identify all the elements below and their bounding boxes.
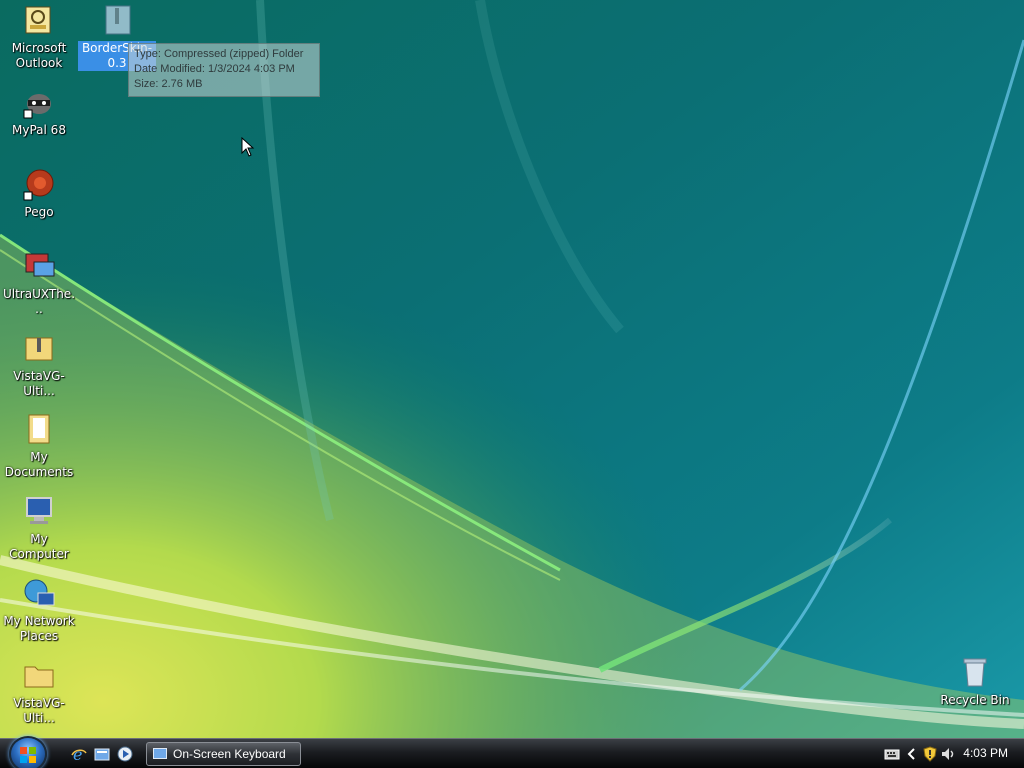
network-globe-icon: [24, 579, 55, 606]
desktop-icon-microsoft-outlook[interactable]: Microsoft Outlook: [0, 4, 78, 71]
desktop-icon-label: VistaVG-Ulti...: [13, 696, 65, 725]
display-settings-icon: [25, 253, 55, 277]
system-tray: 4:03 PM: [874, 739, 1024, 768]
desktop-icon-label: Microsoft Outlook: [11, 41, 67, 70]
raccoon-icon: [23, 94, 51, 119]
pego-icon: [23, 169, 54, 201]
desktop-wallpaper: [0, 0, 1024, 738]
desktop-icon-vistavg-2[interactable]: VistaVG-Ulti...: [0, 659, 78, 726]
computer-icon: [26, 497, 52, 524]
folder-icon: [28, 414, 50, 444]
desktop-icon-ultraux[interactable]: UltraUXThe...: [0, 250, 78, 317]
desktop-icon-label: Recycle Bin: [940, 693, 1010, 707]
desktop-icon-my-computer[interactable]: My Computer: [0, 495, 78, 562]
task-button-label: On-Screen Keyboard: [173, 747, 286, 761]
taskbar: e On-Screen Keyboard 4:03 PM: [0, 736, 1024, 768]
security-shield-icon[interactable]: [922, 746, 938, 762]
recycle-bin-icon: [963, 658, 987, 687]
chevron-left-icon[interactable]: [904, 746, 920, 762]
desktop-icon-label: My Computer: [9, 532, 69, 561]
keyboard-icon: [153, 748, 167, 759]
desktop-icon-pego[interactable]: Pego: [0, 168, 78, 220]
windows-logo-icon: [20, 747, 36, 763]
tooltip-type: Type: Compressed (zipped) Folder: [134, 48, 304, 60]
desktop-icon-label: My Network Places: [3, 614, 75, 643]
folder-icon: [24, 666, 54, 688]
zip-folder-icon: [105, 5, 131, 35]
keyboard-icon[interactable]: [884, 746, 900, 762]
desktop-icon-mypal[interactable]: MyPal 68: [0, 86, 78, 138]
desktop-icon-my-documents[interactable]: My Documents: [0, 413, 78, 480]
desktop-icon-label: Pego: [24, 205, 54, 219]
internet-explorer-icon[interactable]: e: [70, 745, 88, 763]
mouse-pointer-icon: [241, 137, 255, 157]
desktop-icon-label: MyPal 68: [12, 123, 66, 137]
system-clock[interactable]: 4:03 PM: [963, 746, 1008, 760]
desktop-icon-recycle-bin[interactable]: Recycle Bin: [936, 656, 1014, 708]
outlook-icon: [25, 6, 51, 34]
zip-folder-icon: [25, 337, 53, 361]
desktop-icon-label: VistaVG-Ulti...: [13, 369, 65, 398]
tooltip-size: Size: 2.76 MB: [134, 78, 203, 90]
desktop-icon-vistavg-1[interactable]: VistaVG-Ulti...: [0, 332, 78, 399]
desktop-icon-label: UltraUXThe...: [2, 287, 76, 316]
desktop-icon-my-network-places[interactable]: My Network Places: [0, 577, 78, 644]
show-desktop-icon[interactable]: [93, 745, 111, 763]
media-player-icon[interactable]: [116, 745, 134, 763]
start-button[interactable]: [9, 736, 47, 768]
tooltip-date-modified: Date Modified: 1/3/2024 4:03 PM: [134, 63, 295, 75]
svg-text:e: e: [73, 745, 82, 763]
file-info-tooltip: Type: Compressed (zipped) Folder Date Mo…: [128, 43, 320, 97]
desktop-icon-label: My Documents: [4, 450, 74, 479]
speaker-icon[interactable]: [940, 746, 956, 762]
taskbar-button-on-screen-keyboard[interactable]: On-Screen Keyboard: [146, 742, 301, 766]
